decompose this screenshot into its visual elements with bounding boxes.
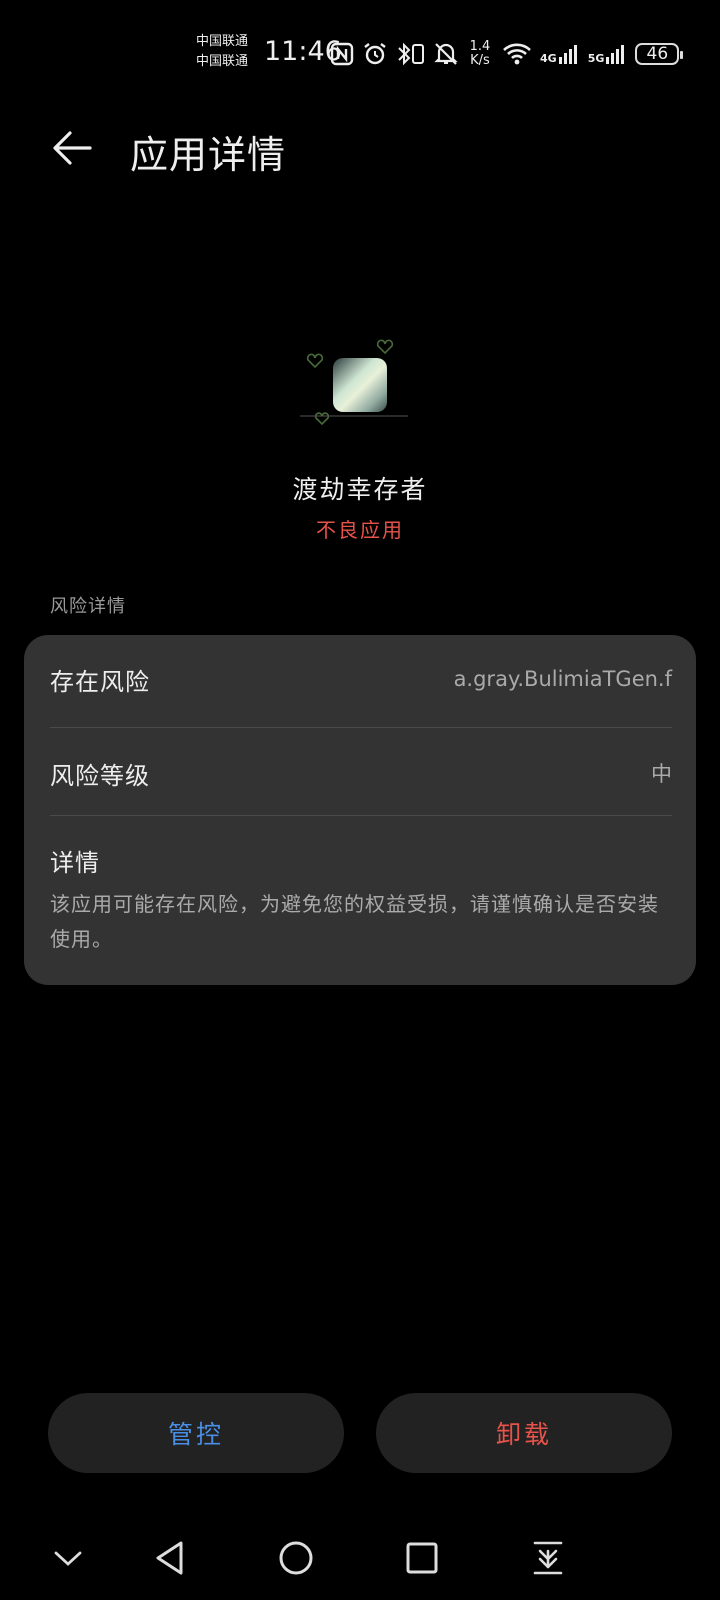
app-icon bbox=[333, 358, 387, 412]
risk-row-value: a.gray.BulimiaTGen.f bbox=[453, 667, 672, 691]
nav-back-button[interactable] bbox=[140, 1530, 200, 1590]
navigation-bar bbox=[0, 1530, 720, 1590]
alarm-icon bbox=[362, 41, 388, 67]
page-title: 应用详情 bbox=[130, 133, 287, 177]
uninstall-button[interactable]: 卸载 bbox=[376, 1393, 672, 1473]
detail-text: 该应用可能存在风险，为避免您的权益受损，请谨慎确认是否安装使用。 bbox=[50, 892, 659, 951]
detail-title: 详情 bbox=[50, 849, 100, 877]
app-bar: 应用详情 bbox=[0, 110, 720, 190]
divider bbox=[50, 815, 672, 816]
nfc-icon bbox=[330, 42, 354, 66]
chevron-down-icon bbox=[53, 1548, 83, 1572]
arrow-left-icon bbox=[50, 128, 94, 172]
manage-button[interactable]: 管控 bbox=[48, 1393, 344, 1473]
mute-icon bbox=[434, 41, 458, 67]
nav-recents-button[interactable] bbox=[392, 1530, 452, 1590]
bluetooth-vibrate-icon bbox=[396, 41, 426, 67]
wifi-icon bbox=[502, 42, 532, 66]
home-circle-icon bbox=[278, 1540, 314, 1580]
risk-row-label: 风险等级 bbox=[50, 761, 150, 790]
status-bar: 中国联通 中国联通 11:46 1.4 K/s 4G 5G 46 bbox=[0, 0, 720, 100]
net-speed: 1.4 K/s bbox=[469, 39, 491, 68]
app-risk-tag: 不良应用 bbox=[316, 518, 404, 542]
app-icon-frame bbox=[300, 330, 420, 430]
nav-collapse-button[interactable] bbox=[38, 1530, 98, 1590]
carrier-labels: 中国联通 中国联通 bbox=[196, 32, 248, 72]
signal-icon: 4G bbox=[540, 43, 580, 65]
nav-download-button[interactable] bbox=[518, 1530, 578, 1590]
carrier-1: 中国联通 bbox=[196, 34, 249, 49]
signal-icon: 5G bbox=[588, 43, 628, 65]
back-button[interactable] bbox=[44, 126, 100, 174]
risk-row-name: 存在风险 a.gray.BulimiaTGen.f bbox=[50, 635, 672, 723]
battery-icon: 46 bbox=[635, 43, 684, 65]
risk-row-label: 存在风险 bbox=[50, 667, 150, 696]
status-icons: 1.4 K/s 4G 5G 46 bbox=[330, 36, 684, 72]
risk-row-value: 中 bbox=[651, 762, 672, 786]
nav-home-button[interactable] bbox=[266, 1530, 326, 1590]
risk-row-level: 风险等级 中 bbox=[50, 729, 672, 817]
back-triangle-icon bbox=[153, 1540, 187, 1580]
risk-section-title: 风险详情 bbox=[50, 596, 126, 617]
recents-square-icon bbox=[405, 1541, 439, 1579]
app-name: 渡劫幸存者 bbox=[292, 475, 428, 504]
download-icon bbox=[532, 1540, 564, 1580]
divider bbox=[50, 727, 672, 728]
risk-card: 存在风险 a.gray.BulimiaTGen.f 风险等级 中 详情 该应用可… bbox=[24, 635, 696, 985]
carrier-2: 中国联通 bbox=[196, 54, 249, 69]
